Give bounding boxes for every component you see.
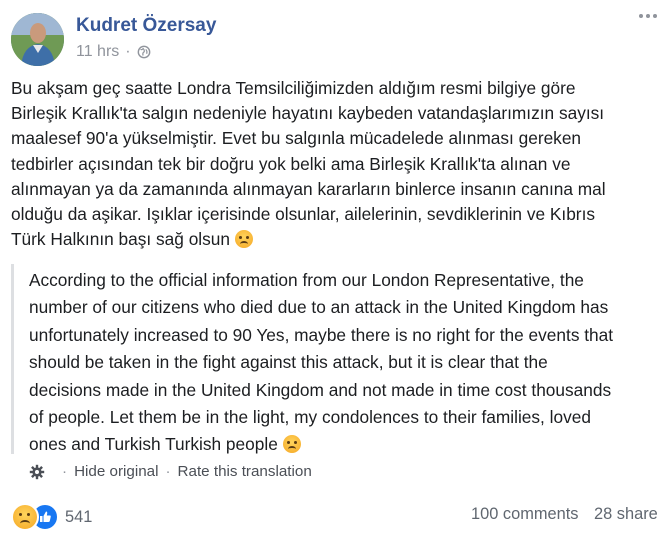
translation-line-last: ones and Turkish Turkish people <box>29 431 613 458</box>
translation-line: unfortunately increased to 90 Yes, maybe… <box>29 324 614 345</box>
post-options-icon[interactable] <box>639 14 657 18</box>
post-time[interactable]: 11 hrs <box>76 43 119 61</box>
actions-separator: · <box>62 463 68 480</box>
post-footer: 541 100 comments 28 share <box>11 503 663 531</box>
reactions-summary[interactable]: 541 <box>11 503 92 531</box>
original-line-last: Türk Halkının başı sağ olsun <box>11 227 661 252</box>
sad-reaction-icon <box>11 503 39 531</box>
original-line: tedbirler açısından tek bir doğru yok be… <box>11 153 571 174</box>
reaction-count[interactable]: 541 <box>65 508 92 527</box>
post-original-text: Bu akşam geç saatte Londra Temsilciliğim… <box>11 76 661 252</box>
post-meta: 11 hrs · <box>76 43 151 61</box>
original-line: Birleşik Krallık'ta salgın nedeniyle hay… <box>11 103 605 124</box>
original-line: maalesef 90'a yükselmiştir. Evet bu salg… <box>11 128 582 149</box>
translation-line: According to the official information fr… <box>29 270 584 290</box>
actions-separator: · <box>165 463 171 480</box>
hide-original-link[interactable]: Hide original <box>74 463 158 480</box>
translation-line: should be taken in the fight against thi… <box>29 352 548 373</box>
sad-emoji-icon <box>282 435 301 454</box>
comments-count-link[interactable]: 100 comments <box>471 505 579 524</box>
rate-translation-link[interactable]: Rate this translation <box>178 463 312 480</box>
original-line: alınmayan ya da zamanında alınmayan kara… <box>11 178 606 199</box>
original-line: olduğu da aşikar. Işıklar içerisinde ols… <box>11 203 596 224</box>
gear-icon[interactable] <box>29 464 45 480</box>
translation-text: According to the official information fr… <box>29 267 613 459</box>
author-avatar[interactable] <box>11 13 64 66</box>
translation-line: number of our citizens who died due to a… <box>29 297 609 318</box>
globe-icon[interactable] <box>137 45 151 59</box>
translation-line: ones and Turkish Turkish people <box>29 434 278 455</box>
shares-count-link[interactable]: 28 share <box>594 505 658 524</box>
original-line: Türk Halkının başı sağ olsun <box>11 229 231 250</box>
translation-actions: · Hide original · Rate this translation <box>29 463 312 480</box>
sad-emoji-icon <box>234 230 253 249</box>
original-line: Bu akşam geç saatte Londra Temsilciliğim… <box>11 78 576 98</box>
author-name[interactable]: Kudret Özersay <box>76 15 216 37</box>
translation-line: decisions made in the United Kingdom and… <box>29 379 612 400</box>
translation-block: According to the official information fr… <box>11 264 663 480</box>
meta-separator: · <box>125 43 131 60</box>
translation-line: of people. Let them be in the light, my … <box>29 406 591 427</box>
